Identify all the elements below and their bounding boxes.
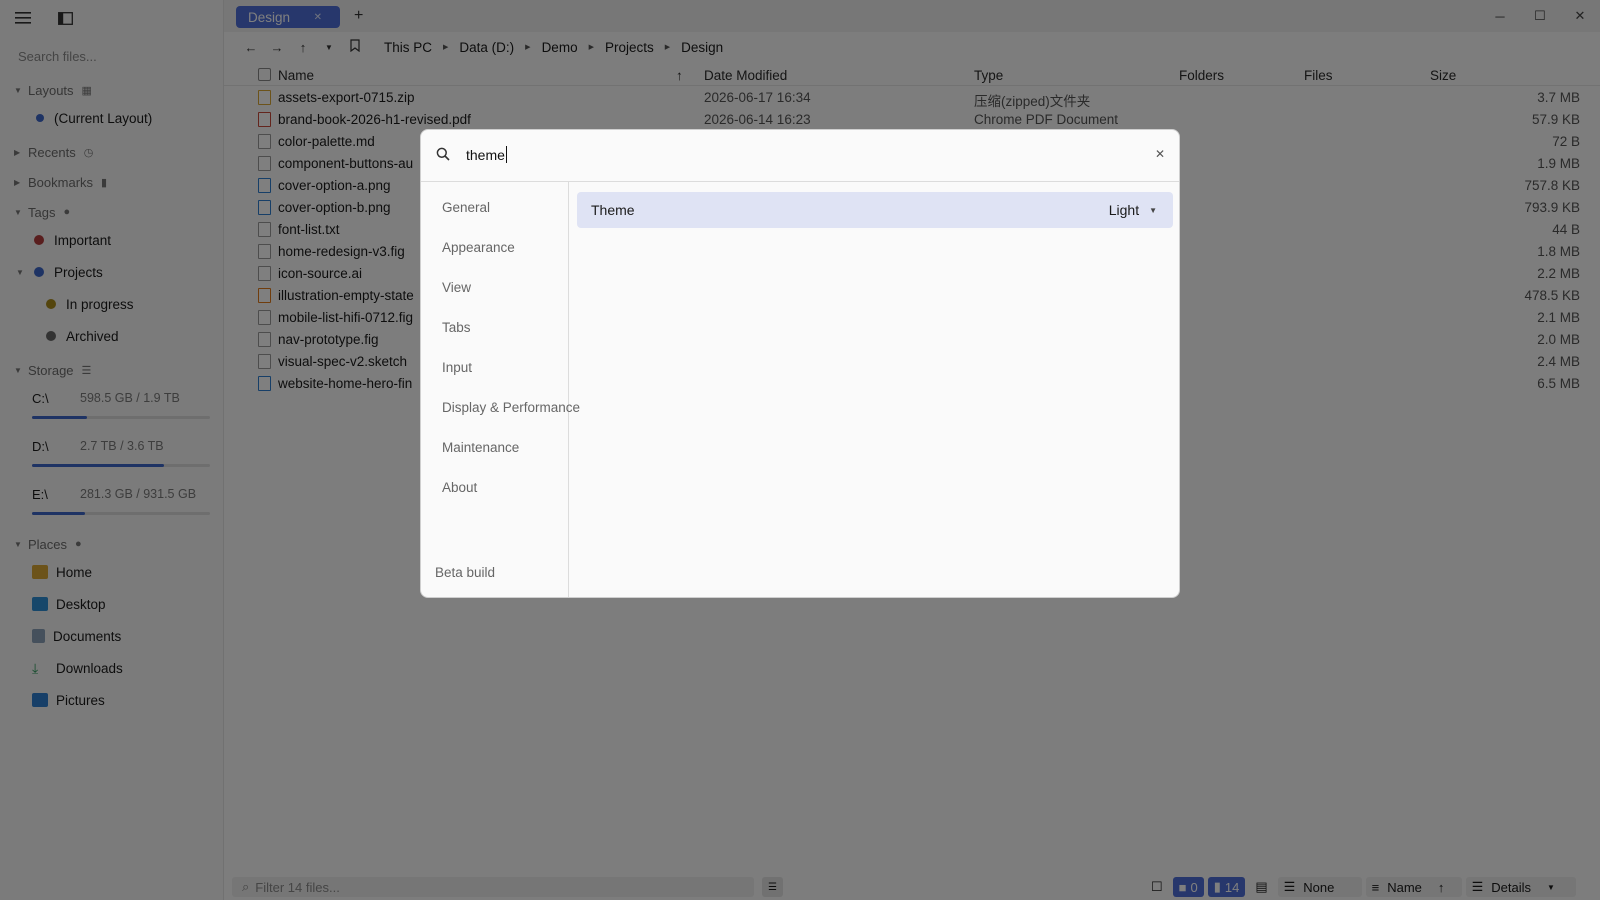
- nav-appearance[interactable]: Appearance: [442, 240, 515, 255]
- theme-select[interactable]: Light ▼: [1109, 202, 1157, 218]
- nav-general[interactable]: General: [442, 200, 490, 215]
- setting-theme-row[interactable]: Theme Light ▼: [577, 192, 1173, 228]
- nav-about[interactable]: About: [442, 480, 477, 495]
- search-value: theme: [466, 147, 505, 163]
- theme-value: Light: [1108, 202, 1140, 218]
- chevron-down-icon: ▼: [1149, 205, 1157, 215]
- nav-tabs[interactable]: Tabs: [442, 320, 471, 335]
- nav-input[interactable]: Input: [442, 360, 472, 375]
- nav-maintenance[interactable]: Maintenance: [442, 440, 519, 455]
- settings-search-bar: theme ✕: [421, 130, 1179, 182]
- nav-view[interactable]: View: [442, 280, 471, 295]
- settings-search-input[interactable]: theme: [466, 146, 507, 163]
- settings-results: Theme Light ▼: [569, 182, 1179, 597]
- settings-nav: General Appearance View Tabs Input Displ…: [421, 182, 580, 597]
- search-icon: [436, 147, 450, 164]
- build-label: Beta build: [435, 565, 496, 580]
- nav-display-performance[interactable]: Display & Performance: [442, 400, 580, 415]
- setting-label: Theme: [591, 202, 635, 218]
- clear-search-icon[interactable]: ✕: [1155, 147, 1165, 161]
- settings-dialog: theme ✕ General Appearance View Tabs Inp…: [420, 129, 1180, 598]
